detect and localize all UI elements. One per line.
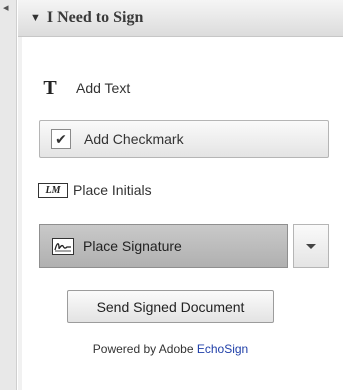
collapse-arrow-icon[interactable]: ◂ [3,1,9,15]
add-checkmark-button[interactable]: ✔ Add Checkmark [39,120,329,158]
checkmark-glyph: ✔ [55,130,67,147]
initials-icon: LM [38,182,68,198]
panel-divider [18,37,22,390]
panel-header[interactable]: ▼ I Need to Sign [18,0,343,37]
signature-options-dropdown[interactable] [293,224,329,268]
panel-title: I Need to Sign [46,9,144,26]
send-signed-document-button[interactable]: Send Signed Document [67,290,274,323]
chevron-down-icon [306,243,316,249]
i-need-to-sign-panel: ▼ I Need to Sign T Add Text ✔ Add Checkm… [18,0,343,390]
text-tool-icon: T [43,76,57,99]
add-checkmark-label: Add Checkmark [84,131,184,147]
powered-by-footer: Powered by Adobe EchoSign [18,342,323,356]
signature-scribble-icon [54,243,71,252]
signature-icon [52,237,74,255]
add-text-button[interactable]: T Add Text [40,74,130,102]
echosign-link[interactable]: EchoSign [197,342,248,356]
sign-pane: ◂ ▼ I Need to Sign T Add Text ✔ Add Chec… [0,0,343,390]
send-signed-document-label: Send Signed Document [96,298,245,315]
place-signature-group: Place Signature [39,224,329,268]
add-text-label: Add Text [76,80,131,96]
powered-by-text: Powered by Adobe [92,342,194,356]
place-signature-label: Place Signature [83,238,182,254]
place-initials-label: Place Initials [73,182,152,198]
place-signature-button[interactable]: Place Signature [39,224,288,268]
caret-down-icon: ▼ [30,11,41,24]
place-initials-button[interactable]: LM Place Initials [38,176,152,204]
checkmark-icon: ✔ [51,129,71,149]
pane-gutter: ◂ [0,0,17,390]
